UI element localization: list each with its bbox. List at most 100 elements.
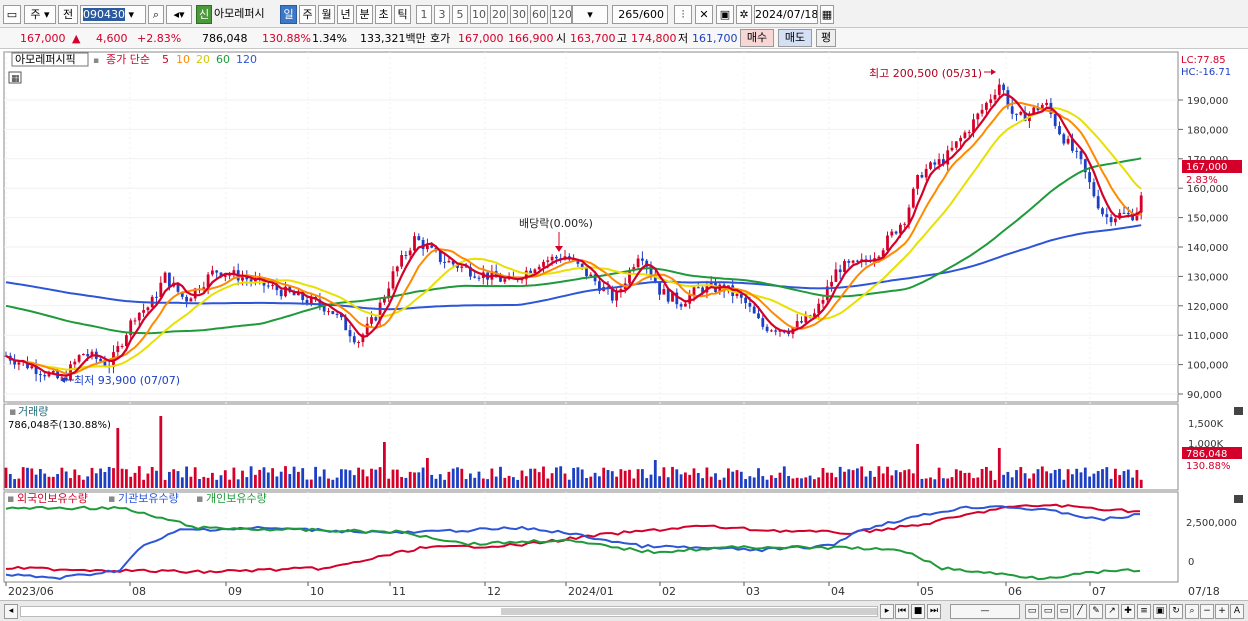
gear-icon[interactable]: ✲ — [736, 5, 752, 24]
volume-bar — [757, 468, 760, 488]
y-tick-label: 180,000 — [1187, 125, 1228, 136]
candle-body — [348, 330, 352, 337]
calendar-icon[interactable]: ▦ — [820, 5, 834, 24]
interval-tab-3[interactable]: 3 — [434, 5, 450, 24]
volume-bar — [430, 474, 434, 488]
draw-icon[interactable]: ✕ — [695, 5, 713, 24]
save-icon[interactable]: ▣ — [716, 5, 734, 24]
volume-bar — [301, 468, 305, 488]
holdings-tick-0: 0 — [1188, 557, 1194, 568]
candle-body — [460, 266, 464, 268]
scroll-right-icon[interactable]: ▸ — [880, 604, 894, 619]
scrollbar-track[interactable] — [20, 606, 878, 617]
date-field[interactable]: 2024/07/18 — [754, 5, 818, 24]
screen-icon[interactable]: ▣ — [1153, 604, 1167, 619]
period-tab-0[interactable]: 일 — [280, 5, 297, 24]
candle-body — [929, 162, 932, 169]
volume-bar — [696, 472, 700, 488]
zoom-out-icon[interactable]: − — [1200, 604, 1214, 619]
zoom-search-icon[interactable]: ⌕ — [1185, 604, 1199, 619]
sell-button[interactable]: 매도 — [778, 29, 812, 47]
holdings-close-icon[interactable] — [1234, 495, 1243, 503]
interval-tab-20[interactable]: 20 — [490, 5, 508, 24]
scroll-left-icon[interactable]: ◂ — [4, 604, 18, 619]
candle-icon[interactable]: ⫶ — [674, 5, 692, 24]
layout-icon-3[interactable]: ▭ — [1057, 604, 1071, 619]
volume-bar — [903, 470, 907, 488]
line-icon[interactable]: ╱ — [1073, 604, 1087, 619]
zoom-slider[interactable]: — — [950, 604, 1020, 619]
volume-bar — [580, 469, 584, 488]
volume-bar — [112, 468, 115, 488]
turnover-value: 1.34% — [312, 32, 347, 45]
candle-body — [920, 174, 924, 178]
layout-icon-1[interactable]: ▭ — [1025, 604, 1039, 619]
volume-bar — [916, 444, 919, 488]
refresh-icon[interactable]: ↻ — [1169, 604, 1183, 619]
volume-title: 거래량 — [18, 405, 48, 418]
buy-button[interactable]: 매수 — [740, 29, 774, 47]
candle-body — [168, 272, 171, 287]
count-value: 265 — [618, 8, 640, 21]
interval-tab-120[interactable]: 120 — [550, 5, 572, 24]
chart-type-icon[interactable]: ▭ — [3, 5, 21, 24]
stop-icon[interactable]: ■ — [911, 604, 925, 619]
forward-icon[interactable]: ⏭ — [927, 604, 941, 619]
count-select[interactable]: ▾ — [572, 5, 608, 24]
volume-close-icon[interactable] — [1234, 407, 1243, 415]
cross-icon[interactable]: ✚ — [1121, 604, 1135, 619]
font-size-icon[interactable]: A — [1230, 604, 1244, 619]
count-field[interactable]: 265/600 — [612, 5, 668, 24]
period-tab-4[interactable]: 분 — [356, 5, 373, 24]
interval-tab-30[interactable]: 30 — [510, 5, 528, 24]
price-chart[interactable]: 190,000180,000170,000160,000150,000140,0… — [0, 49, 1248, 603]
volume-bar — [688, 474, 692, 488]
ma-label: 종가 단순 — [106, 53, 150, 66]
interval-tab-5[interactable]: 5 — [452, 5, 468, 24]
code-input[interactable]: 090430 ▾ — [80, 5, 146, 24]
candle-body — [146, 307, 150, 311]
candle-body — [357, 342, 360, 344]
volume-bar — [172, 469, 176, 488]
interval-tab-1[interactable]: 1 — [416, 5, 432, 24]
candle-body — [133, 320, 137, 322]
rewind-icon[interactable]: ⏮ — [895, 604, 909, 619]
code-value: 090430 — [83, 8, 125, 21]
candle-body — [64, 377, 68, 380]
candle-body — [589, 274, 593, 277]
open-value: 163,700 — [570, 32, 616, 45]
scrollbar-thumb[interactable] — [501, 608, 877, 615]
interval-tab-60[interactable]: 60 — [530, 5, 548, 24]
layout-icon-2[interactable]: ▭ — [1041, 604, 1055, 619]
candle-body — [533, 269, 537, 273]
period-tab-5[interactable]: 초 — [375, 5, 392, 24]
x-tick-label: 03 — [746, 585, 760, 598]
period-tab-3[interactable]: 년 — [337, 5, 354, 24]
volume-bar — [524, 476, 528, 488]
volume-bar — [443, 479, 446, 488]
y-tick-label: 110,000 — [1187, 331, 1228, 342]
candle-body — [735, 293, 739, 296]
avg-button[interactable]: 평 — [816, 29, 836, 47]
zoom-in-icon[interactable]: + — [1215, 604, 1229, 619]
volume-bar — [628, 469, 631, 488]
stock-title: 아모레퍼시픽 — [15, 53, 76, 66]
candle-body — [82, 354, 85, 356]
draw-icon-2[interactable]: ✎ — [1089, 604, 1103, 619]
asset-type-select[interactable]: 주 ▾ — [24, 5, 56, 24]
interval-tab-10[interactable]: 10 — [470, 5, 488, 24]
prev-button[interactable]: 전 — [58, 5, 78, 24]
search-icon[interactable]: ⌕ — [148, 5, 164, 24]
speaker-icon[interactable]: ◂▾ — [166, 5, 192, 24]
volume-bar — [352, 475, 356, 488]
period-tab-1[interactable]: 주 — [299, 5, 316, 24]
volume-bar — [989, 470, 993, 488]
fib-icon[interactable]: ≡ — [1137, 604, 1151, 619]
candle-body — [636, 258, 640, 268]
volume-bar — [684, 472, 687, 488]
period-tab-2[interactable]: 월 — [318, 5, 335, 24]
period-tab-6[interactable]: 틱 — [394, 5, 411, 24]
volume-bar — [1036, 469, 1040, 488]
volume-bar — [206, 477, 210, 488]
trend-icon[interactable]: ↗ — [1105, 604, 1119, 619]
